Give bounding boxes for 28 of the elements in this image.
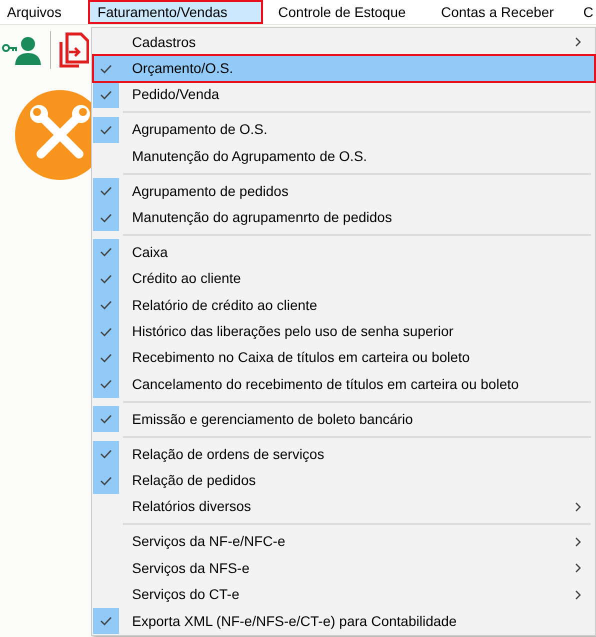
menu-item[interactable]: Exporta XML (NF-e/NFS-e/CT-e) para Contabilidade [93,608,595,634]
menu-item[interactable]: Agrupamento de O.S. [93,116,595,144]
menu-bar-item[interactable]: Contas a Receber [434,0,576,24]
export-document-icon[interactable] [59,32,89,68]
menu-item[interactable]: Crédito ao cliente [93,266,595,292]
menu-item[interactable]: Relação de ordens de serviços [93,440,595,468]
menu-item[interactable]: Manutenção do Agrupamento de O.S. [93,143,595,170]
menu-item[interactable]: Serviços do CT-e [93,581,595,608]
user-key-icon[interactable] [2,34,42,66]
menu-item[interactable]: Manutenção do agrupamenrto de pedidos [93,204,595,231]
menu-item[interactable]: Emissão e gerenciamento de boleto bancário [93,406,595,432]
menu-item[interactable]: Histórico das liberações pelo uso de senha superior [93,318,595,345]
menu-bar-item[interactable]: Arquivos [0,0,84,24]
menu-item[interactable]: Pedido/Venda [93,82,595,108]
menu-bar-item[interactable]: C [576,0,596,24]
menu-item[interactable]: Recebimento no Caixa de títulos em carteira ou boleto [93,344,595,372]
menu-item[interactable]: Serviços da NF-e/NFC-e [93,528,595,556]
menu-item[interactable]: Relatórios diversos [93,494,595,520]
menu-item[interactable]: Serviços da NFS-e [93,555,595,582]
menu-item[interactable]: Caixa [93,239,595,266]
menu-item[interactable]: Cancelamento do recebimento de títulos em carteira ou boleto [93,371,595,398]
menu-item[interactable]: Relatório de crédito ao cliente [93,292,595,318]
menu-bar-item[interactable]: Faturamento/Vendas [88,0,264,24]
menu-item[interactable]: Agrupamento de pedidos [93,178,595,204]
menu-bar-item[interactable]: Controle de Estoque [271,0,434,24]
menu-item[interactable]: Cadastros [93,29,595,56]
menu-item[interactable]: Relação de pedidos [93,467,595,494]
menu-item[interactable]: Orçamento/O.S. [93,55,595,82]
